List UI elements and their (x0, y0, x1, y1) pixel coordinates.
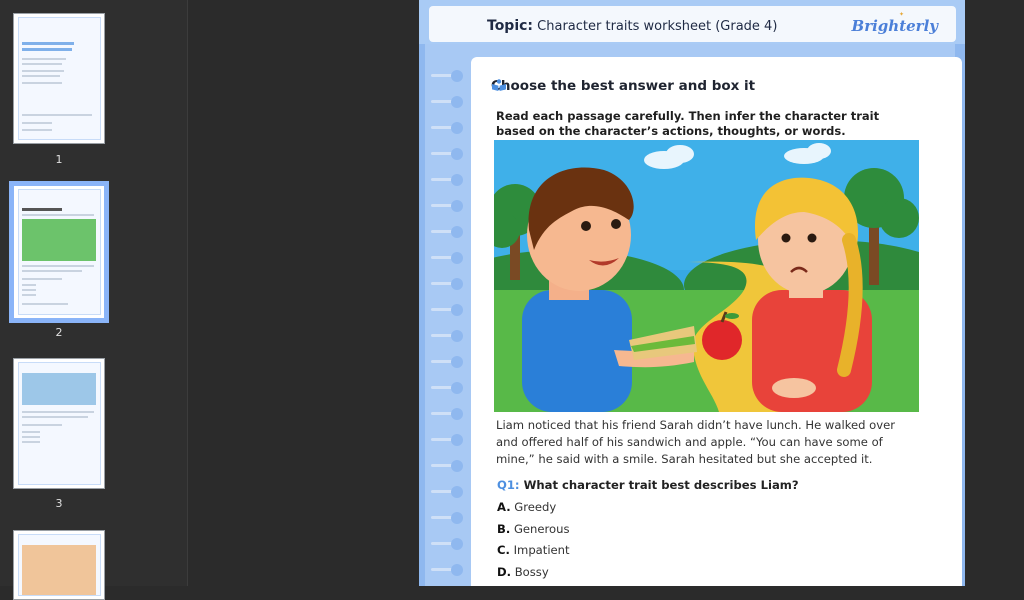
reading-passage: Liam noticed that his friend Sarah didn’… (496, 418, 896, 466)
page-thumbnails-panel: 1 2 3 (0, 0, 188, 600)
thumbnail-text-line (22, 129, 52, 131)
thumbnail-text-line (22, 294, 36, 296)
question-text: What character trait best describes Liam… (523, 478, 799, 492)
option-text: Impatient (513, 543, 570, 557)
thumbnail-illustration (22, 545, 96, 595)
thumbnail-title-line (22, 208, 62, 211)
spiral-ring (431, 200, 463, 212)
thumbnail-text-line (22, 436, 40, 438)
book-reader-icon (492, 79, 506, 91)
spiral-ring (431, 330, 463, 342)
passage-illustration (494, 140, 919, 412)
thumbnail-illustration (22, 373, 96, 405)
thumbnail-text-line (22, 214, 94, 216)
thumbnail-text-line (22, 289, 36, 291)
page-thumbnail-2[interactable] (9, 181, 109, 323)
spiral-ring (431, 174, 463, 186)
instructions-text: Read each passage carefully. Then infer … (496, 109, 880, 138)
spiral-ring (431, 70, 463, 82)
thumbnail-text-line (22, 278, 62, 280)
spiral-ring (431, 226, 463, 238)
spiral-ring (431, 96, 463, 108)
spiral-ring (431, 538, 463, 550)
page-number-label: 1 (55, 153, 63, 166)
brand-logo: Brighterly (851, 17, 938, 35)
thumbnail-title-line (22, 48, 72, 51)
spiral-ring (431, 304, 463, 316)
thumbnail-text-line (22, 284, 36, 286)
spiral-ring (431, 434, 463, 446)
spiral-ring (431, 122, 463, 134)
viewer-background-right (965, 0, 1024, 586)
answer-option-d[interactable]: D. Bossy (497, 565, 549, 579)
thumbnail-text-line (22, 303, 68, 305)
option-letter: D. (497, 565, 512, 579)
option-text: Generous (513, 522, 570, 536)
section-title: Choose the best answer and box it (491, 78, 756, 94)
thumbnail-text-line (22, 63, 62, 65)
page-number-label: 2 (55, 326, 63, 339)
spiral-ring (431, 356, 463, 368)
option-text: Greedy (514, 500, 557, 514)
spiral-ring (431, 382, 463, 394)
spiral-ring (431, 408, 463, 420)
spiral-ring (431, 252, 463, 264)
thumbnail-text-line (22, 75, 60, 77)
thumbnail-text-line (22, 411, 94, 413)
thumbnail-text-line (22, 70, 64, 72)
question-number: Q1: (497, 478, 520, 492)
option-letter: A. (497, 500, 511, 514)
topic-heading: Topic: Character traits worksheet (Grade… (487, 18, 777, 34)
spiral-ring (431, 278, 463, 290)
option-letter: C. (497, 543, 510, 557)
thumbnail-text-line (22, 82, 62, 84)
thumbnail-illustration (22, 219, 96, 261)
page-thumbnail-1[interactable] (13, 13, 105, 144)
spiral-ring (431, 148, 463, 160)
spiral-ring (431, 512, 463, 524)
answer-option-c[interactable]: C. Impatient (497, 543, 570, 557)
topic-value: Character traits worksheet (Grade 4) (537, 19, 778, 34)
viewer-background (189, 0, 418, 586)
spiral-ring (431, 564, 463, 576)
thumbnail-text-line (22, 265, 94, 267)
page-thumbnail-4[interactable] (13, 530, 105, 600)
thumbnail-title-line (22, 42, 74, 45)
answer-option-a[interactable]: A. Greedy (497, 500, 556, 514)
thumbnail-text-line (22, 58, 66, 60)
thumbnail-text-line (22, 431, 40, 433)
spiral-ring (431, 460, 463, 472)
option-letter: B. (497, 522, 511, 536)
option-text: Bossy (514, 565, 549, 579)
spiral-ring (431, 486, 463, 498)
answer-option-b[interactable]: B. Generous (497, 522, 570, 536)
topic-label: Topic: (487, 18, 534, 34)
thumbnail-text-line (22, 416, 88, 418)
page-thumbnail-3[interactable] (13, 358, 105, 489)
thumbnail-text-line (22, 424, 62, 426)
page-number-label: 3 (55, 497, 63, 510)
header-card: Topic: Character traits worksheet (Grade… (429, 6, 956, 42)
thumbnail-text-line (22, 270, 82, 272)
question-1: Q1: What character trait best describes … (497, 478, 799, 492)
thumbnail-text-line (22, 441, 40, 443)
thumbnail-text-line (22, 114, 92, 116)
thumbnail-text-line (22, 122, 52, 124)
